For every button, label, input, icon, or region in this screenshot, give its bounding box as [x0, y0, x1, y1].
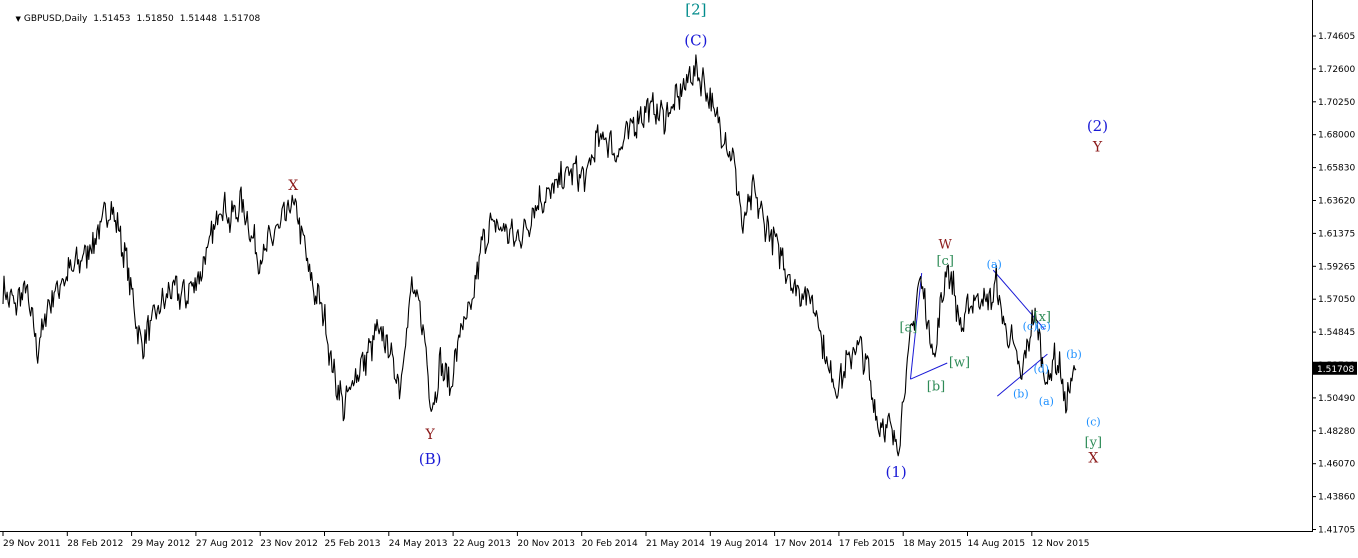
- symbol-timeframe: GBPUSD,Daily: [23, 14, 88, 24]
- wave-label: (a): [987, 258, 1002, 271]
- y-tick-label: 1.63620: [1318, 197, 1355, 207]
- x-tick-label: 19 Aug 2014: [710, 539, 768, 549]
- x-tick-label: 27 Aug 2012: [196, 539, 254, 549]
- y-tick-label: 1.57050: [1318, 295, 1355, 305]
- x-tick-label: 23 Nov 2012: [260, 539, 318, 549]
- y-tick-label: 1.72600: [1318, 65, 1355, 75]
- close-value: 1.51708: [222, 14, 261, 24]
- chart-canvas[interactable]: [2](C)XY(B)(1)W[c][a][b][w][x](a)(c)(e)(…: [0, 0, 1358, 554]
- x-tick-label: 14 Aug 2015: [968, 539, 1026, 549]
- wave-label: [b]: [927, 379, 945, 394]
- chart-header: ▼ GBPUSD,Daily 1.51453 1.51850 1.51448 1.5170…: [4, 4, 266, 34]
- x-tick-label: 20 Feb 2014: [582, 539, 638, 549]
- wave-label: (C): [684, 31, 707, 49]
- triangle-down-icon[interactable]: ▼: [15, 15, 20, 23]
- wave-label: (2): [1087, 117, 1108, 135]
- x-tick-label: 24 May 2013: [389, 539, 448, 549]
- ohlc-values: 1.51453 1.51850 1.51448 1.51708: [93, 14, 266, 24]
- wave-label: (d): [1033, 363, 1049, 376]
- wave-label: X: [288, 178, 298, 194]
- y-tick-label: 1.68000: [1318, 131, 1355, 141]
- wave-label: (a): [1039, 395, 1054, 408]
- x-tick-label: 17 Feb 2015: [839, 539, 895, 549]
- x-tick-label: 18 May 2015: [903, 539, 962, 549]
- y-tick-label: 1.41705: [1318, 526, 1355, 536]
- x-tick-label: 17 Nov 2014: [775, 539, 833, 549]
- wave-label: (B): [419, 450, 442, 468]
- x-tick-label: 12 Nov 2015: [1032, 539, 1090, 549]
- x-tick-label: 25 Feb 2013: [325, 539, 381, 549]
- wave-label: Y: [1092, 139, 1103, 155]
- y-tick-label: 1.61375: [1318, 229, 1355, 239]
- wave-label: (b): [1066, 348, 1082, 361]
- y-tick-label: 1.70250: [1318, 98, 1355, 108]
- x-tick-label: 29 May 2012: [132, 539, 191, 549]
- y-tick-label: 1.43860: [1318, 493, 1355, 503]
- x-tick-label: 22 Aug 2013: [453, 539, 511, 549]
- y-tick-label: 1.74605: [1318, 32, 1355, 42]
- wave-label: Y: [425, 427, 436, 443]
- y-tick-label: 1.46070: [1318, 460, 1355, 470]
- open-value: 1.51453: [93, 14, 131, 24]
- price-chart[interactable]: [2] (C) X Y (B) (1) W [c] [a] [b] [w] [x] (a) (c) (e)(…: [0, 0, 1358, 554]
- wave-label: W: [939, 238, 953, 253]
- wave-label: (1): [886, 463, 907, 481]
- wave-label: (b): [1013, 388, 1029, 401]
- y-tick-label: 1.48280: [1318, 427, 1355, 437]
- y-tick-label: 1.54845: [1318, 328, 1355, 338]
- high-value: 1.51850: [136, 14, 174, 24]
- wave-label: (e): [1036, 320, 1051, 333]
- low-value: 1.51448: [179, 14, 217, 24]
- wave-label: [y]: [1085, 435, 1103, 450]
- plot-area-background: [0, 0, 1358, 554]
- x-tick-label: 29 Nov 2011: [3, 539, 61, 549]
- y-tick-label: 1.59265: [1318, 262, 1355, 272]
- wave-label: X: [1088, 450, 1098, 466]
- wave-label: [w]: [949, 356, 970, 371]
- x-tick-label: 28 Feb 2012: [67, 539, 123, 549]
- x-tick-label: 21 May 2014: [646, 539, 705, 549]
- wave-label: (c): [1086, 416, 1101, 429]
- x-tick-label: 20 Nov 2013: [517, 539, 575, 549]
- current-price-label: 1.51708: [1317, 365, 1354, 375]
- wave-label: [c]: [936, 254, 953, 269]
- wave-label: [2]: [685, 0, 706, 18]
- y-tick-label: 1.65830: [1318, 164, 1355, 174]
- wave-label: [a]: [899, 320, 917, 335]
- y-tick-label: 1.50490: [1318, 394, 1355, 404]
